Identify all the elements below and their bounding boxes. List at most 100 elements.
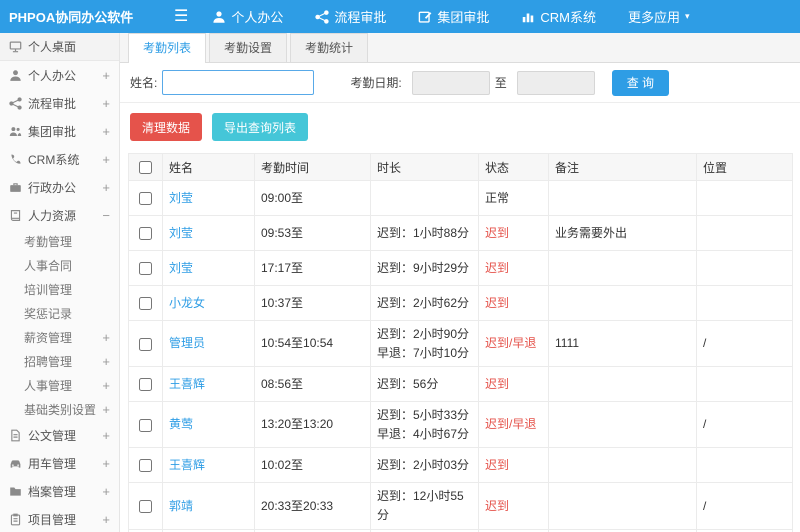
sidebar-item-5[interactable]: 行政办公 + (0, 173, 119, 201)
sidebar-subitem-label: 培训管理 (24, 282, 73, 297)
duration-cell: 迟到：1小时88分 (370, 215, 479, 251)
nav-item-1[interactable]: 流程审批 (315, 7, 386, 26)
sidebar-subitem-6-5[interactable]: 招聘管理 + (0, 349, 119, 373)
table-row: 郭靖 20:33至20:33 迟到：12小时55分 迟到 / (128, 482, 793, 530)
sidebar-item-7[interactable]: 公文管理 + (0, 421, 119, 449)
expand-plus-icon: + (102, 95, 110, 111)
row-checkbox[interactable] (139, 227, 152, 241)
expand-plus-icon: + (102, 511, 110, 527)
attendance-time-cell: 10:02至 (254, 447, 371, 484)
expand-plus-icon: + (102, 353, 110, 369)
row-checkbox[interactable] (139, 297, 152, 311)
attendance-time-cell: 08:56至 (254, 366, 371, 403)
column-header: 姓名 (162, 153, 255, 181)
collapse-minus-icon: − (102, 207, 110, 223)
row-checkbox[interactable] (139, 192, 152, 206)
nav-item-3[interactable]: CRM系统 (521, 7, 596, 26)
row-checkbox[interactable] (139, 337, 152, 351)
sidebar-item-8[interactable]: 用车管理 + (0, 449, 119, 477)
sidebar-item-label: 行政办公 (28, 180, 77, 195)
sidebar-subitem-label: 奖惩记录 (24, 306, 73, 321)
location-cell (696, 250, 793, 286)
sidebar-item-2[interactable]: 流程审批 + (0, 89, 119, 117)
sidebar-item-label: 用车管理 (28, 456, 77, 471)
table-row: 管理员 10:54至10:54 迟到：2小时90分 早退：7小时10分 迟到/早退 111… (128, 319, 793, 368)
duration-cell: 迟到：12小时55分 (370, 482, 479, 530)
date-to-input[interactable] (516, 70, 595, 95)
nav-item-4[interactable]: 更多应用 ▾ (628, 7, 690, 26)
crm-phone-icon (9, 153, 22, 166)
employee-name-link[interactable]: 刘莹 (169, 261, 193, 275)
attendance-time-cell: 09:53至 (254, 215, 371, 251)
duration-cell: 迟到：56分 (370, 366, 479, 403)
name-filter-input[interactable] (162, 70, 315, 95)
attendance-table: 姓名 考勤时间 时长 状态 备注 位置 刘莹 09:00至 正常 刘莹 09:53至 迟到：1小时8… (128, 153, 793, 532)
sidebar-item-10[interactable]: 项目管理 + (0, 505, 119, 532)
car-icon (9, 457, 22, 470)
duration-cell: 迟到：2小时90分 早退：7小时10分 (370, 319, 479, 368)
tab-1[interactable]: 考勤设置 (209, 33, 288, 62)
attendance-time-cell: 13:20至13:20 (254, 401, 371, 449)
project-icon (9, 513, 22, 526)
sidebar-item-0[interactable]: 个人桌面 (0, 33, 119, 61)
row-checkbox[interactable] (139, 378, 152, 392)
sidebar-item-label: 集团审批 (28, 124, 77, 139)
employee-name-link[interactable]: 刘莹 (169, 226, 193, 240)
sidebar-item-3[interactable]: 集团审批 + (0, 117, 119, 145)
sidebar-subitem-6-2[interactable]: 培训管理 (0, 277, 119, 301)
status-cell: 迟到 (478, 366, 549, 403)
app-logo[interactable]: PHPOA协同办公软件 (0, 7, 133, 26)
date-to-label: 至 (494, 76, 507, 90)
sidebar-subitem-6-1[interactable]: 人事合同 (0, 253, 119, 277)
employee-name-link[interactable]: 黄莺 (169, 417, 193, 431)
sidebar-item-9[interactable]: 档案管理 + (0, 477, 119, 505)
location-cell (696, 215, 793, 251)
sidebar-subitem-6-0[interactable]: 考勤管理 (0, 229, 119, 253)
table-row: 小龙女 10:37至 迟到：2小时62分 迟到 (128, 285, 793, 321)
nav-item-0[interactable]: 个人办公 (212, 7, 283, 26)
tab-2[interactable]: 考勤统计 (290, 33, 369, 62)
sidebar-subitem-label: 招聘管理 (24, 354, 73, 369)
date-from-input[interactable] (411, 70, 490, 95)
employee-name-link[interactable]: 王喜辉 (169, 458, 205, 472)
row-checkbox[interactable] (139, 459, 152, 473)
menu-toggle-icon[interactable]: ☰ (174, 8, 188, 25)
row-checkbox[interactable] (139, 418, 152, 432)
employee-name-link[interactable]: 王喜辉 (169, 377, 205, 391)
status-cell: 迟到 (478, 215, 549, 251)
select-all-checkbox[interactable] (139, 161, 152, 175)
search-button[interactable]: 查 询 (611, 69, 670, 96)
expand-plus-icon: + (102, 377, 110, 393)
sidebar-item-4[interactable]: CRM系统 + (0, 145, 119, 173)
row-checkbox[interactable] (139, 500, 152, 513)
tabbar: 考勤列表 考勤设置 考勤统计 (120, 33, 800, 63)
note-cell (548, 482, 697, 530)
sidebar-subitem-label: 基础类别设置 (24, 402, 97, 417)
hr-book-icon (9, 209, 22, 222)
sidebar-subitem-6-6[interactable]: 人事管理 + (0, 373, 119, 397)
clear-data-button[interactable]: 清理数据 (130, 113, 203, 141)
expand-plus-icon: + (102, 151, 110, 167)
top-nav: 个人办公 流程审批 集团审批 CRM系统 更多应用 ▾ (212, 7, 721, 26)
main-content: 考勤列表 考勤设置 考勤统计 姓名: 考勤日期: 至 查 询 清理数据 导出查询列表… (120, 33, 800, 532)
sidebar-subitem-6-4[interactable]: 薪资管理 + (0, 325, 119, 349)
employee-name-link[interactable]: 管理员 (169, 336, 205, 350)
note-cell (548, 447, 697, 484)
expand-plus-icon: + (102, 329, 110, 345)
sidebar-subitem-6-3[interactable]: 奖惩记录 (0, 301, 119, 325)
duration-cell: 迟到：9小时29分 (370, 250, 479, 286)
export-list-button[interactable]: 导出查询列表 (212, 113, 309, 141)
nav-item-2[interactable]: 集团审批 (418, 7, 489, 26)
nav-item-label: 更多应用 (628, 10, 681, 25)
employee-name-link[interactable]: 刘莹 (169, 191, 193, 205)
sidebar-item-6[interactable]: 人力资源 − (0, 201, 119, 229)
tab-0[interactable]: 考勤列表 (128, 33, 207, 63)
sidebar-subitem-6-7[interactable]: 基础类别设置 + (0, 397, 119, 421)
employee-name-link[interactable]: 郭靖 (169, 499, 193, 513)
sidebar-item-1[interactable]: 个人办公 + (0, 61, 119, 89)
note-cell: 业务需要外出 (548, 215, 697, 251)
row-checkbox[interactable] (139, 262, 152, 276)
status-cell: 迟到 (478, 250, 549, 286)
status-cell: 迟到 (478, 447, 549, 484)
employee-name-link[interactable]: 小龙女 (169, 296, 205, 310)
